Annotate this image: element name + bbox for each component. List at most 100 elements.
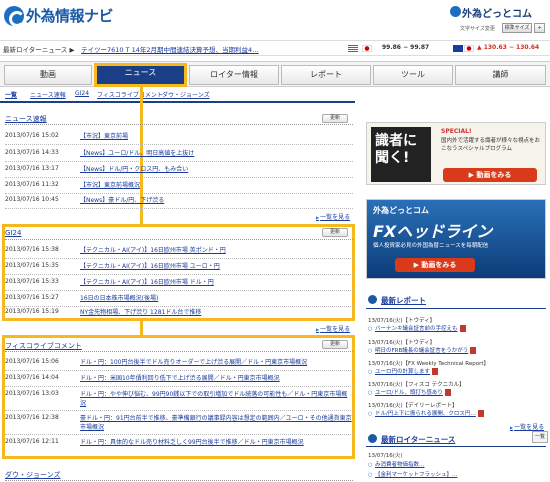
latest-report-heading[interactable]: 最新レポート xyxy=(381,295,426,306)
reuters-item[interactable]: 【金利マーケットフラッシュ】… xyxy=(368,470,546,478)
row-link[interactable]: 16日の日本株市場概況(後場) xyxy=(80,294,352,303)
row-date: 2013/07/16 12:11 xyxy=(5,438,59,445)
table-row: 2013/07/16 12:11 ドル・円：具体的なドル売り材料乏しく99円台後半… xyxy=(5,438,353,451)
ad-banner-experts[interactable]: 識者に聞く! SPECIAL! 国内外で活躍する識者が様々な視点をおこなうスペシ… xyxy=(366,122,546,185)
row-link[interactable]: 【テクニカル・AI(アイ)】16日欧州市場 英ポンド・円 xyxy=(80,246,352,255)
row-link[interactable]: 【市況】東京前場 xyxy=(80,132,352,141)
more-link[interactable]: 一覧を見る xyxy=(316,324,350,333)
ad-banner-fx-headline[interactable]: 外為どっとコム FXヘッドライン 個人投資家必見の外国為替ニュースを毎朝配信 ▶… xyxy=(366,199,546,279)
section-title-fisco[interactable]: フィスコライブコメント xyxy=(5,341,353,352)
tab-report[interactable]: レポート xyxy=(281,65,371,85)
section-title-gi24[interactable]: GI24 xyxy=(5,229,353,240)
row-link[interactable]: 【テクニカル・AI(アイ)】16日欧州市場 ドル・円 xyxy=(80,278,352,287)
brand-icon xyxy=(450,6,461,17)
watch-video-button[interactable]: ▶ 動画をみる xyxy=(395,258,475,272)
reuters-item[interactable]: み消費者物価指数… xyxy=(368,460,546,468)
pdf-icon xyxy=(470,347,477,354)
ad-title: FXヘッドライン xyxy=(373,222,493,241)
table-row: 2013/07/16 13:17 【News】ドル/円・クロス円、もみ合い xyxy=(5,165,353,178)
report-item[interactable]: 13/07/16(火)【トウディ】明日のFRB議長の議会証言をうかがう xyxy=(368,338,546,354)
refresh-button[interactable]: 更新 xyxy=(322,340,348,349)
report-item[interactable]: 13/07/16(火)【トウディ】バーナンキ議会証言前の手控えも xyxy=(368,316,546,332)
table-row: 2013/07/16 10:45 【News】豪ドル/円、下げ渋る xyxy=(5,196,353,209)
row-date: 2013/07/16 15:06 xyxy=(5,358,59,365)
row-link[interactable]: 【News】ドル/円・クロス円、もみ合い xyxy=(80,165,352,174)
report-icon xyxy=(368,295,377,304)
watch-video-button[interactable]: ▶ 動画をみる xyxy=(443,168,537,182)
main-nav: 動画 ニュース ロイター情報 レポート ツール 講師 xyxy=(0,61,550,87)
table-row: 2013/07/16 15:33 【テクニカル・AI(アイ)】16日欧州市場 ドル… xyxy=(5,278,353,291)
row-link[interactable]: 【News】ユーロ/ドル、明日高値を上抜け xyxy=(80,149,352,158)
report-date: 13/07/16(火)【トウディ】 xyxy=(368,318,436,324)
row-link[interactable]: 【市況】東京前場概況 xyxy=(80,181,352,190)
table-row: 2013/07/16 15:06 ドル・円：100円台後半でドル売りオーダーで上げ… xyxy=(5,358,353,371)
tab-lecturer[interactable]: 講師 xyxy=(455,65,546,85)
report-title[interactable]: 明日のFRB議長の議会証言をうかがう xyxy=(368,348,468,354)
reuters-title[interactable]: み消費者物価指数… xyxy=(368,462,425,468)
report-title[interactable]: バーナンキ議会証言前の手控えも xyxy=(368,326,458,332)
table-row: 2013/07/16 15:19 NY金先物相場、下げ渋り 1281ドル台で推移 xyxy=(5,308,353,320)
table-row: 2013/07/16 11:32 【市況】東京前場概況 xyxy=(5,181,353,194)
refresh-button[interactable]: 更新 xyxy=(322,228,348,237)
row-date: 2013/07/16 14:33 xyxy=(5,149,59,156)
table-row: 2013/07/16 15:02 【市況】東京前場 xyxy=(5,132,353,145)
us-flag-icon xyxy=(348,45,358,52)
font-standard-button[interactable]: 標準サイズ xyxy=(502,23,532,33)
section-title-breaking[interactable]: ニュース速報 xyxy=(5,114,353,125)
pdf-icon xyxy=(444,389,451,396)
report-item[interactable]: 13/07/16(火)【デイリーレポート】ドル/円上下に振られる展開、クロス円… xyxy=(368,401,546,417)
tab-tool[interactable]: ツール xyxy=(373,65,453,85)
divider xyxy=(366,308,546,309)
row-date: 2013/07/16 14:04 xyxy=(5,374,59,381)
brand-logo[interactable]: 外為どっとコム xyxy=(462,5,532,20)
section-title-dowjones[interactable]: ダウ・ジョーンズ xyxy=(5,470,353,481)
subnav-underline xyxy=(0,101,355,103)
ticker-headline[interactable]: テイツー7610 T 14年2月期中間連結決算予想、当期利益4… xyxy=(81,44,266,54)
tab-reuters[interactable]: ロイター情報 xyxy=(189,65,279,85)
ticker-label: 最新ロイターニュース ▶ xyxy=(3,46,75,54)
reuters-title[interactable]: 【金利マーケットフラッシュ】… xyxy=(368,472,458,478)
row-link[interactable]: 【テクニカル・AI(アイ)】16日欧州市場 ユーロ・円 xyxy=(80,262,352,271)
font-large-button[interactable]: + xyxy=(534,23,545,33)
report-title[interactable]: ユーロ/ドル、頭打ち感あり xyxy=(368,390,443,396)
report-more-link[interactable]: 一覧を見る xyxy=(510,422,544,431)
row-link[interactable]: 豪ドル・円：91円台前半で推移、豪準備銀行の議事録内容は想定の範囲内／ユーロ・そ… xyxy=(80,414,352,432)
ticker-bar: 最新ロイターニュース ▶ テイツー7610 T 14年2月期中間連結決算予想、当… xyxy=(0,40,550,56)
row-link[interactable]: ドル・円：具体的なドル売り材料乏しく99円台後半で推移／ドル・円東京市場概況 xyxy=(80,438,352,447)
refresh-button[interactable]: 更新 xyxy=(322,114,348,123)
row-link[interactable]: ドル・円：やや伸び悩む、99円90銭以下での取引増加でドル続落の可能性も／ドル・… xyxy=(80,390,352,408)
report-date: 13/07/16(火)【フィスコ テクニカル】 xyxy=(368,382,465,388)
row-link[interactable]: 【News】豪ドル/円、下げ渋る xyxy=(80,196,352,205)
tab-news[interactable]: ニュース xyxy=(94,63,187,87)
row-date: 2013/07/16 15:38 xyxy=(5,246,59,253)
more-link[interactable]: 一覧を見る xyxy=(316,212,350,221)
sub-nav: 一覧 ニュース速報 GI24 フィスコライブコメント ダウ・ジョーンズ xyxy=(0,87,550,101)
pdf-icon xyxy=(459,325,466,332)
report-item[interactable]: 13/07/16(火)【フィスコ テクニカル】ユーロ/ドル、頭打ち感あり xyxy=(368,380,546,396)
reuters-date: 13/07/16(火) xyxy=(368,451,546,459)
pdf-icon xyxy=(432,368,439,375)
report-date: 13/07/16(火)【FX Weekly Technical Report】 xyxy=(368,361,490,367)
subnav-breaking[interactable]: ニュース速報 xyxy=(30,90,66,99)
reuters-heading[interactable]: 最新ロイターニュース xyxy=(381,434,455,445)
table-row: 2013/07/16 12:38 豪ドル・円：91円台前半で推移、豪準備銀行の議事… xyxy=(5,414,353,435)
report-title[interactable]: ユーロ円の計算します xyxy=(368,369,430,375)
reuters-list-button[interactable]: 一覧 xyxy=(532,431,548,443)
row-link[interactable]: ドル・円：100円台後半でドル売りオーダーで上げ渋る展開／ドル・円東京市場概況 xyxy=(80,358,352,367)
subnav-fisco[interactable]: フィスコライブコメント xyxy=(97,90,163,99)
ad-special-label: SPECIAL! xyxy=(441,128,472,135)
table-row: 2013/07/16 15:38 【テクニカル・AI(アイ)】16日欧州市場 英ポ… xyxy=(5,246,353,259)
report-title[interactable]: ドル/円上下に振られる展開、クロス円… xyxy=(368,411,476,417)
site-logo[interactable]: 外為情報ナビ xyxy=(26,5,114,26)
report-item[interactable]: 13/07/16(火)【FX Weekly Technical Report】ユ… xyxy=(368,359,546,375)
row-date: 2013/07/16 15:35 xyxy=(5,262,59,269)
usd-jpy-rate: 99.86 − 99.87 xyxy=(382,44,430,51)
subnav-gi24[interactable]: GI24 xyxy=(75,90,89,97)
row-link[interactable]: NY金先物相場、下げ渋り 1281ドル台で推移 xyxy=(80,308,352,317)
subnav-list[interactable]: 一覧 xyxy=(5,90,17,99)
row-link[interactable]: ドル・円：米国10年債利回り低下で上げ渋る展開／ドル・円東京市場概況 xyxy=(80,374,352,383)
subnav-dowjones[interactable]: ダウ・ジョーンズ xyxy=(162,90,210,99)
logo-icon xyxy=(4,6,25,27)
pdf-icon xyxy=(477,410,484,417)
tab-video[interactable]: 動画 xyxy=(4,65,92,85)
